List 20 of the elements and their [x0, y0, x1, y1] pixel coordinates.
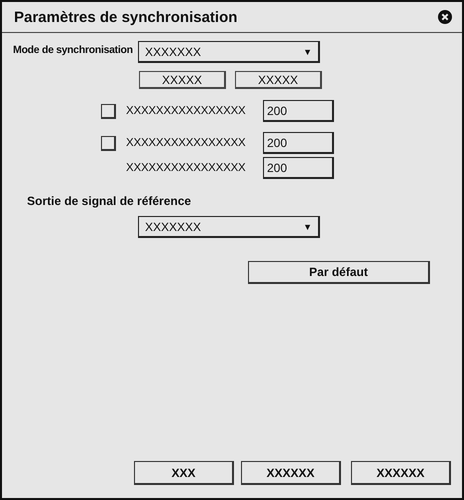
number-field[interactable]: 200 [263, 132, 334, 154]
footer-button[interactable]: XXXXXX [351, 461, 451, 485]
footer-button[interactable]: XXXXXX [241, 461, 341, 485]
number-field[interactable]: 200 [263, 100, 334, 122]
close-icon[interactable] [438, 10, 452, 24]
mode-button[interactable]: XXXXX [139, 71, 226, 89]
mode-button[interactable]: XXXXX [235, 71, 322, 89]
default-button[interactable]: Par défaut [248, 261, 430, 284]
option-label: XXXXXXXXXXXXXXXX [126, 105, 247, 117]
checkbox[interactable] [101, 136, 116, 150]
field-label: Mode de synchronisation [13, 44, 134, 56]
option-label: XXXXXXXXXXXXXXXX [126, 162, 247, 174]
dropdown[interactable]: XXXXXXX ▼ [138, 41, 320, 63]
dropdown[interactable]: XXXXXXX ▼ [138, 216, 320, 238]
section-label: Sortie de signal de référence [27, 194, 192, 208]
option-label: XXXXXXXXXXXXXXXX [126, 137, 247, 149]
footer-button[interactable]: XXX [134, 461, 234, 485]
checkbox[interactable] [101, 104, 116, 118]
number-field[interactable]: 200 [263, 157, 334, 179]
window-title: Paramètres de synchronisation [14, 8, 238, 26]
